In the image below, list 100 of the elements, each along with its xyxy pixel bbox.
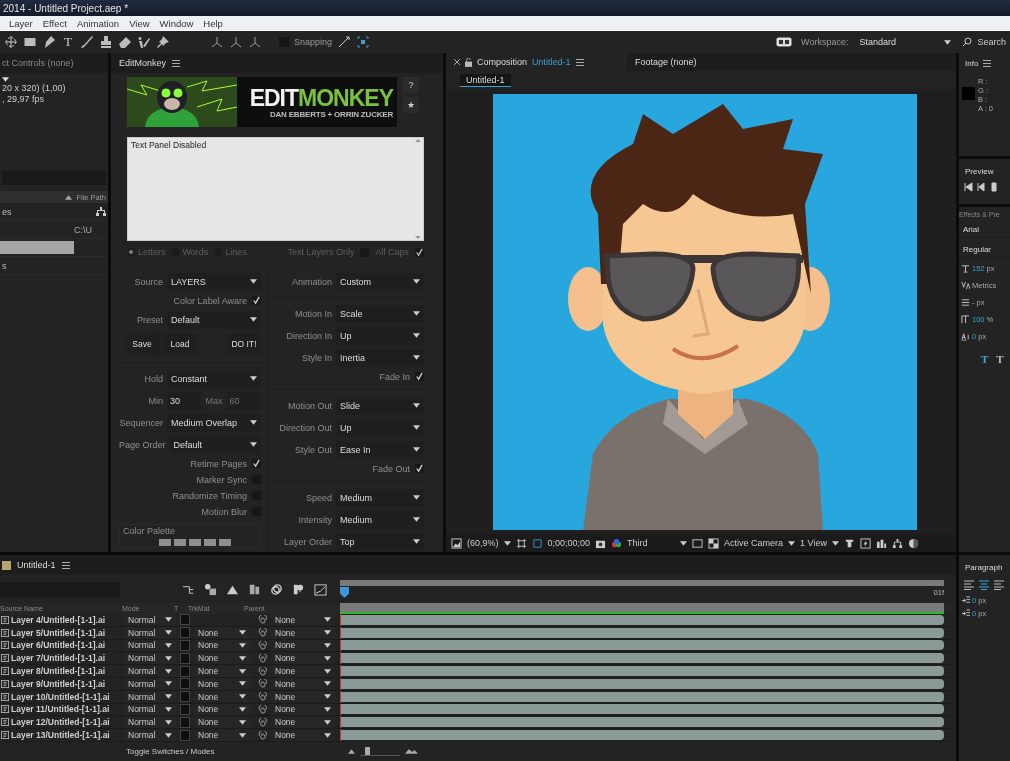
layer-name[interactable]: Layer 13/Untitled-[1-1].ai xyxy=(11,730,124,741)
layer-duration-bar[interactable] xyxy=(341,627,944,638)
panel-tab[interactable]: EditMonkey xyxy=(119,58,167,68)
toggle-box[interactable] xyxy=(180,665,190,677)
layer-name[interactable]: Layer 12/Untitled-[1-1].ai xyxy=(11,717,124,728)
axis-icon[interactable] xyxy=(229,35,243,49)
dropdown[interactable]: Medium xyxy=(336,510,424,529)
item-name[interactable]: s xyxy=(2,260,7,271)
toggle-box[interactable] xyxy=(180,691,190,703)
channel-icon[interactable] xyxy=(611,537,623,549)
layer-duration-bar[interactable] xyxy=(341,653,944,664)
toggle-box[interactable] xyxy=(180,729,190,741)
panel-tab[interactable]: Info xyxy=(965,58,979,68)
layer-name[interactable]: Layer 8/Untitled-[1-1].ai xyxy=(11,666,124,677)
pin-tool-icon[interactable] xyxy=(156,35,170,49)
menu-item[interactable]: Window xyxy=(159,17,194,29)
layer-name[interactable]: Layer 5/Untitled-[1-1].ai xyxy=(11,627,124,638)
caret-icon[interactable] xyxy=(788,540,796,546)
help-button[interactable]: ? xyxy=(403,77,419,93)
dropdown[interactable]: Inertia xyxy=(336,348,424,367)
toggle-switches-button[interactable]: Toggle Switches / Modes xyxy=(126,747,215,756)
dropdown[interactable]: LAYERS xyxy=(167,272,261,291)
layer-name[interactable]: Layer 9/Untitled-[1-1].ai xyxy=(11,678,124,689)
toggle-box[interactable] xyxy=(180,627,190,639)
flowchart-icon[interactable] xyxy=(891,537,903,549)
dropdown[interactable]: Ease In xyxy=(336,440,424,459)
playhead[interactable] xyxy=(340,587,349,598)
item-name[interactable]: es xyxy=(2,206,12,217)
scrollbar[interactable] xyxy=(415,138,421,241)
checkbox[interactable] xyxy=(415,464,424,473)
dropdown[interactable]: Medium xyxy=(336,488,424,507)
panel-menu-icon[interactable] xyxy=(172,59,181,67)
sort-icon[interactable] xyxy=(65,194,73,200)
checkbox[interactable] xyxy=(415,372,424,381)
layer-name[interactable]: Layer 10/Untitled-[1-1].ai xyxy=(11,691,124,702)
checkerboard-icon[interactable] xyxy=(708,537,720,549)
font-style-dropdown[interactable]: Regular xyxy=(959,242,1010,258)
zoom-dropdown[interactable]: (60,9%) xyxy=(467,538,499,548)
dropdown[interactable]: Scale xyxy=(336,304,424,323)
favorite-button[interactable]: ★ xyxy=(403,97,419,113)
checkbox[interactable] xyxy=(252,296,261,305)
panel-tab[interactable]: Footage (none) xyxy=(627,53,808,71)
hierarchy-icon[interactable] xyxy=(96,206,106,217)
stamp-tool-icon[interactable] xyxy=(99,35,113,49)
align-icon[interactable] xyxy=(978,580,990,590)
layer-duration-bar[interactable] xyxy=(341,730,944,741)
layer-duration-bar[interactable] xyxy=(341,640,944,651)
camera-dropdown[interactable]: Active Camera xyxy=(724,538,784,548)
layer-duration-bar[interactable] xyxy=(341,666,944,677)
layer-name[interactable]: Layer 6/Untitled-[1-1].ai xyxy=(11,640,124,651)
toggle-box[interactable] xyxy=(180,716,190,728)
rectangle-tool-icon[interactable] xyxy=(23,35,37,49)
checkbox[interactable] xyxy=(252,459,261,468)
color-swatch[interactable] xyxy=(204,539,216,546)
caret-icon[interactable] xyxy=(503,540,511,546)
mask-icon[interactable] xyxy=(531,537,543,549)
caret-icon[interactable] xyxy=(680,540,688,546)
panel-menu-icon[interactable] xyxy=(575,58,584,66)
toggle-box[interactable] xyxy=(180,640,190,651)
panel-tab[interactable]: Untitled-1 xyxy=(17,560,56,570)
axis-icon[interactable] xyxy=(210,35,224,49)
menu-item[interactable]: Help xyxy=(203,17,223,29)
panel-tab[interactable]: Composition Untitled-1 xyxy=(446,53,627,71)
timecode[interactable]: 0;00;00;00 xyxy=(547,538,591,548)
frame-icon[interactable] xyxy=(356,35,371,49)
brush-tool-icon[interactable] xyxy=(80,35,94,49)
dropdown[interactable]: Custom xyxy=(336,272,424,291)
fast-preview-icon[interactable] xyxy=(859,537,871,549)
align-icon[interactable] xyxy=(963,580,975,590)
crosshair-tool-icon[interactable] xyxy=(4,35,18,49)
dropdown[interactable]: Up xyxy=(336,418,424,437)
snap-icon[interactable] xyxy=(337,35,352,49)
layer-duration-bar[interactable] xyxy=(341,704,944,715)
color-swatch[interactable] xyxy=(174,539,186,546)
menu-item[interactable]: Effect xyxy=(42,17,67,29)
toggle-box[interactable] xyxy=(180,614,190,626)
toggle-box[interactable] xyxy=(180,652,190,664)
panel-tab[interactable]: Paragraph xyxy=(959,555,1010,572)
color-swatch[interactable] xyxy=(219,539,231,546)
action-button[interactable]: Save xyxy=(125,333,159,355)
action-button[interactable]: Load xyxy=(163,333,197,355)
zoom-slider[interactable] xyxy=(360,747,400,756)
close-icon[interactable] xyxy=(454,59,460,65)
menu-item[interactable]: Layer xyxy=(9,17,33,29)
color-swatch[interactable] xyxy=(159,539,171,546)
exposure-icon[interactable] xyxy=(907,537,919,549)
panel-menu-icon[interactable] xyxy=(983,59,992,67)
graph-icon[interactable] xyxy=(314,582,327,596)
zoom-in-icon[interactable] xyxy=(405,748,418,755)
menu-item[interactable]: View xyxy=(129,17,150,29)
layer-name[interactable]: Layer 4/Untitled-[1-1].ai xyxy=(11,614,124,625)
circles-icon[interactable] xyxy=(270,582,283,596)
toggle-box[interactable] xyxy=(180,678,190,690)
text-style-button[interactable]: T xyxy=(981,353,989,365)
text-tool[interactable]: T xyxy=(61,34,75,50)
layer-duration-bar[interactable] xyxy=(341,678,944,689)
pen-tool-icon[interactable] xyxy=(42,35,56,49)
zoom-out-icon[interactable] xyxy=(348,749,355,754)
panel-tab[interactable]: Preview xyxy=(959,159,1010,176)
layer-duration-bar[interactable] xyxy=(341,691,944,702)
